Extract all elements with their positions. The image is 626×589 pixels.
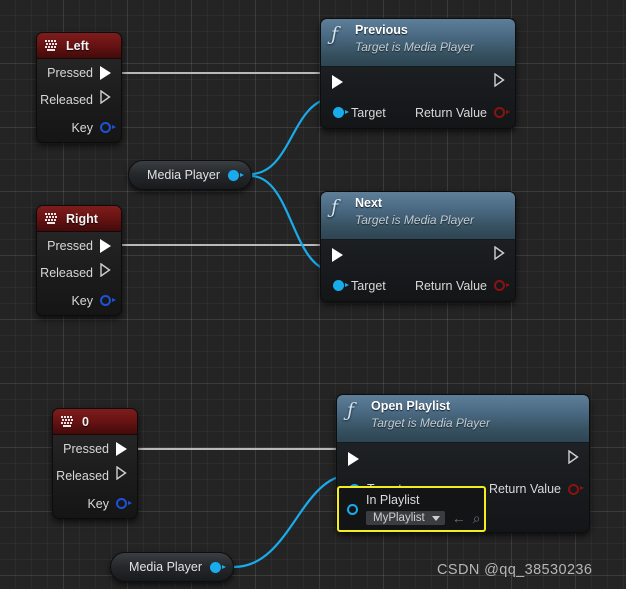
return-value-pin[interactable] bbox=[568, 483, 584, 495]
pin-label-return-value: Return Value bbox=[414, 105, 487, 120]
node-body-left: Pressed Released Key bbox=[37, 59, 121, 142]
in-playlist-parameter-group[interactable]: In Playlist MyPlaylist ← ⌕ bbox=[337, 486, 486, 532]
node-header-previous: ƒ Previous Target is Media Player bbox=[321, 19, 515, 67]
magnifier-icon[interactable]: ⌕ bbox=[473, 511, 481, 525]
node-function-previous[interactable]: ƒ Previous Target is Media Player Target… bbox=[320, 18, 516, 129]
exec-pin-released[interactable] bbox=[100, 262, 111, 282]
exec-pin-pressed[interactable] bbox=[116, 441, 127, 456]
pin-row-key-zero[interactable]: Key bbox=[53, 489, 137, 518]
node-subtitle-previous: Target is Media Player bbox=[355, 40, 474, 54]
return-value-pin[interactable] bbox=[494, 280, 510, 291]
node-header-right: Right bbox=[37, 206, 121, 232]
node-body-right: Pressed Released Key bbox=[37, 232, 121, 315]
pin-label-pressed: Pressed bbox=[63, 441, 109, 456]
node-body-zero: Pressed Released Key bbox=[53, 435, 137, 518]
pin-label-released: Released bbox=[40, 265, 93, 280]
node-title-left: Left bbox=[66, 38, 89, 53]
node-event-right[interactable]: Right Pressed Released Key bbox=[36, 205, 122, 316]
variable-label-media-player: Media Player bbox=[129, 560, 202, 574]
node-variable-media-player-bottom[interactable]: Media Player bbox=[110, 552, 234, 582]
node-body-previous: Target Return Value bbox=[321, 67, 515, 128]
node-header-left: Left bbox=[37, 33, 121, 59]
media-player-output-pin[interactable] bbox=[210, 561, 226, 573]
exec-pin-released[interactable] bbox=[100, 89, 111, 109]
pin-row-pressed-left[interactable]: Pressed bbox=[37, 59, 121, 86]
pin-label-return-value: Return Value bbox=[488, 482, 561, 496]
pin-row-pressed-right[interactable]: Pressed bbox=[37, 232, 121, 259]
node-header-open-playlist: ƒ Open Playlist Target is Media Player bbox=[337, 395, 589, 443]
keyboard-icon bbox=[45, 40, 59, 51]
pin-label-return-value: Return Value bbox=[414, 278, 487, 293]
pin-label-released: Released bbox=[56, 468, 109, 483]
exec-in-pin[interactable] bbox=[348, 452, 359, 466]
node-variable-media-player-top[interactable]: Media Player bbox=[128, 160, 252, 190]
variable-label-media-player: Media Player bbox=[147, 168, 220, 182]
pin-label-key: Key bbox=[87, 496, 109, 511]
pin-label-pressed: Pressed bbox=[47, 65, 93, 80]
function-icon: ƒ bbox=[347, 399, 355, 421]
exec-out-pin[interactable] bbox=[494, 72, 505, 92]
pin-row-released-right[interactable]: Released bbox=[37, 259, 121, 286]
exec-in-pin[interactable] bbox=[332, 248, 343, 262]
pin-row-pressed-zero[interactable]: Pressed bbox=[53, 435, 137, 462]
function-icon: ƒ bbox=[331, 196, 339, 218]
node-title-next: Next bbox=[355, 196, 383, 210]
target-pin[interactable] bbox=[333, 280, 349, 291]
watermark-text: CSDN @qq_38530236 bbox=[437, 562, 593, 578]
node-title-previous: Previous bbox=[355, 23, 408, 37]
exec-row-next[interactable] bbox=[321, 240, 515, 270]
playlist-asset-combobox[interactable]: MyPlaylist bbox=[366, 511, 445, 525]
node-subtitle-open-playlist: Target is Media Player bbox=[371, 416, 490, 430]
node-subtitle-next: Target is Media Player bbox=[355, 213, 474, 227]
key-pin[interactable] bbox=[100, 295, 116, 306]
pin-label-target: Target bbox=[351, 278, 386, 293]
pin-row-released-zero[interactable]: Released bbox=[53, 462, 137, 489]
key-pin[interactable] bbox=[116, 498, 132, 509]
pin-label-key: Key bbox=[71, 293, 93, 308]
pin-row-released-left[interactable]: Released bbox=[37, 86, 121, 113]
blueprint-graph-canvas[interactable]: Left Pressed Released Key Right Pressed … bbox=[0, 0, 626, 589]
node-function-next[interactable]: ƒ Next Target is Media Player Target Ret… bbox=[320, 191, 516, 302]
node-title-right: Right bbox=[66, 211, 98, 226]
node-event-zero[interactable]: 0 Pressed Released Key bbox=[52, 408, 138, 519]
return-value-pin[interactable] bbox=[494, 107, 510, 118]
exec-row-previous[interactable] bbox=[321, 67, 515, 97]
node-header-next: ƒ Next Target is Media Player bbox=[321, 192, 515, 240]
left-arrow-icon[interactable]: ← bbox=[452, 511, 466, 525]
node-event-left[interactable]: Left Pressed Released Key bbox=[36, 32, 122, 143]
in-playlist-pin[interactable] bbox=[347, 503, 358, 515]
node-title-open-playlist: Open Playlist bbox=[371, 399, 451, 413]
exec-in-pin[interactable] bbox=[332, 75, 343, 89]
function-icon: ƒ bbox=[331, 23, 339, 45]
pin-label-released: Released bbox=[40, 92, 93, 107]
pin-label-target: Target bbox=[351, 105, 386, 120]
keyboard-icon bbox=[61, 416, 75, 427]
value-row-next[interactable]: Target Return Value bbox=[321, 270, 515, 301]
node-body-next: Target Return Value bbox=[321, 240, 515, 301]
media-player-output-pin[interactable] bbox=[228, 169, 244, 181]
in-playlist-label: In Playlist bbox=[366, 493, 420, 507]
node-title-zero: 0 bbox=[82, 414, 89, 429]
node-header-zero: 0 bbox=[53, 409, 137, 435]
value-row-previous[interactable]: Target Return Value bbox=[321, 97, 515, 128]
exec-out-pin[interactable] bbox=[568, 449, 579, 469]
exec-pin-released[interactable] bbox=[116, 465, 127, 485]
exec-row-open-playlist[interactable] bbox=[337, 443, 589, 475]
key-pin[interactable] bbox=[100, 122, 116, 133]
chevron-down-icon bbox=[431, 515, 440, 521]
object-wire-mediaplayer-openplaylist bbox=[233, 473, 350, 569]
keyboard-icon bbox=[45, 213, 59, 224]
pin-row-key-right[interactable]: Key bbox=[37, 286, 121, 315]
pin-label-pressed: Pressed bbox=[47, 238, 93, 253]
pin-label-key: Key bbox=[71, 120, 93, 135]
playlist-asset-value: MyPlaylist bbox=[373, 512, 425, 524]
exec-out-pin[interactable] bbox=[494, 245, 505, 265]
exec-pin-pressed[interactable] bbox=[100, 65, 111, 80]
pin-row-key-left[interactable]: Key bbox=[37, 113, 121, 142]
target-pin[interactable] bbox=[333, 107, 349, 118]
exec-pin-pressed[interactable] bbox=[100, 238, 111, 253]
